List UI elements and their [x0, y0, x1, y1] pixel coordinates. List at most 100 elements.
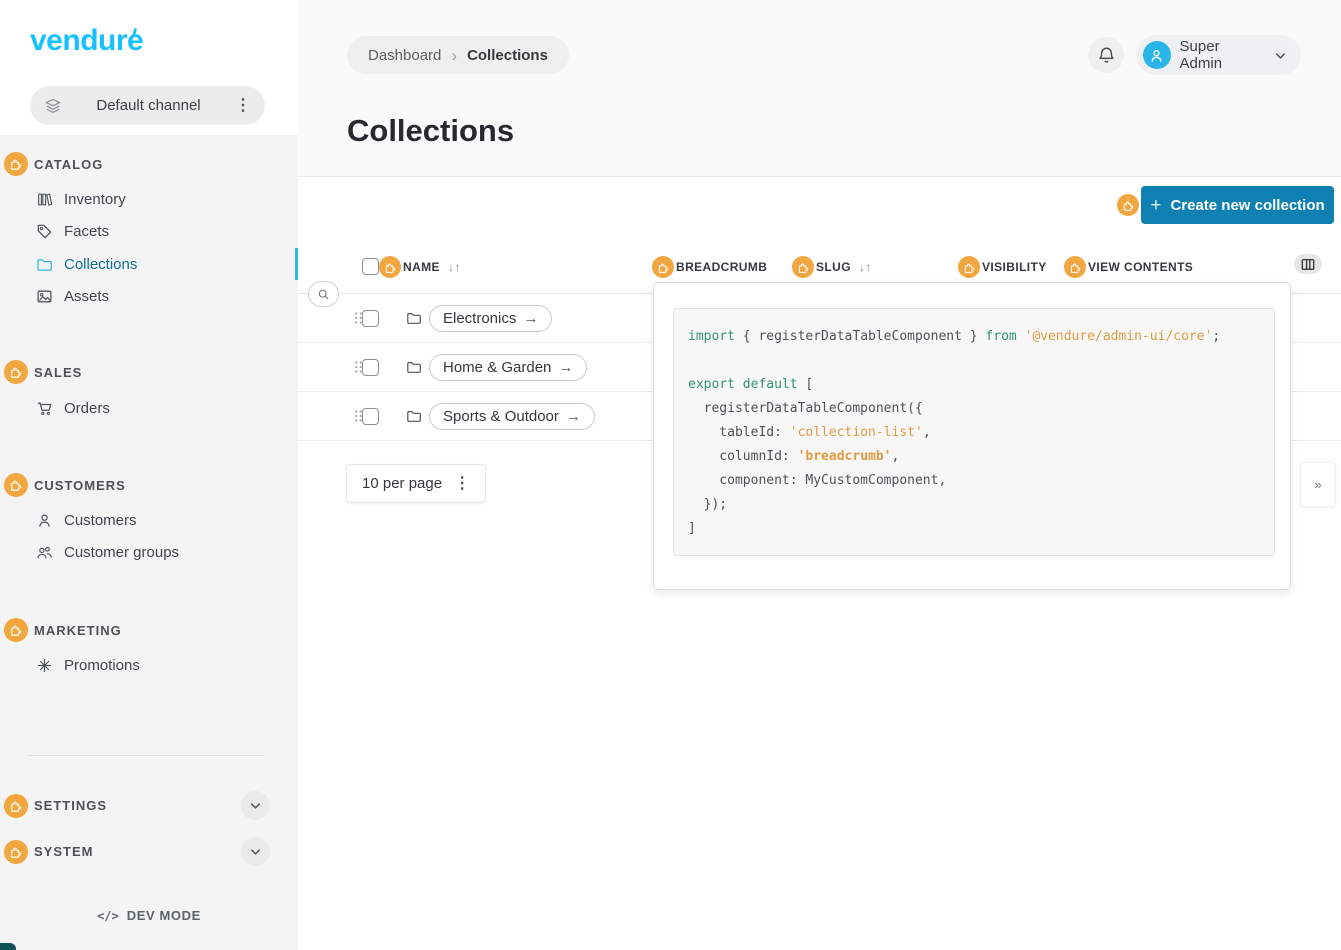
column-settings-button[interactable]	[1294, 254, 1322, 274]
section-settings: SETTINGS	[4, 791, 270, 820]
asterisk-icon	[36, 657, 53, 674]
user-icon	[36, 512, 53, 529]
sidebar-item-promotions[interactable]: Promotions	[0, 649, 298, 681]
sidebar-item-customer-groups[interactable]: Customer groups	[0, 536, 298, 568]
column-header-slug[interactable]: SLUG↓↑	[816, 252, 872, 282]
sidebar-item-facets[interactable]: Facets	[0, 215, 298, 247]
row-checkbox[interactable]	[362, 310, 379, 327]
sidebar-item-label: Facets	[64, 223, 109, 240]
collection-name-chip[interactable]: Electronics→	[429, 305, 552, 332]
bell-icon	[1097, 46, 1116, 65]
sidebar-item-label: Customers	[64, 512, 137, 529]
library-icon	[36, 191, 53, 208]
arrow-right-icon: →	[566, 408, 581, 425]
collection-name-chip[interactable]: Sports & Outdoor→	[429, 403, 595, 430]
user-name: Super Admin	[1180, 38, 1264, 72]
dev-mode-badge-visibility-column[interactable]	[958, 256, 980, 278]
sort-icon[interactable]: ↓↑	[448, 260, 461, 274]
collection-name-chip[interactable]: Home & Garden→	[429, 354, 587, 381]
corner-toast-fragment	[0, 943, 16, 950]
dev-mode-badge-settings[interactable]	[4, 794, 28, 818]
section-label: SALES	[34, 365, 82, 380]
dev-mode-badge-marketing[interactable]	[4, 618, 28, 642]
kebab-icon: ⋮	[454, 476, 470, 492]
sidebar-item-collections[interactable]: Collections	[0, 248, 298, 280]
row-checkbox[interactable]	[362, 359, 379, 376]
column-header-name[interactable]: NAME↓↑	[403, 252, 461, 282]
dev-mode-badge-name-column[interactable]	[379, 256, 401, 278]
vendure-admin-screen: vendure Default channel ⋮ CATALOG Invent…	[0, 0, 1341, 950]
expand-settings-button[interactable]	[241, 791, 270, 820]
sidebar-item-assets[interactable]: Assets	[0, 280, 298, 312]
sidebar-item-orders[interactable]: Orders	[0, 392, 298, 424]
sidebar-item-label: Promotions	[64, 657, 140, 674]
code-block: import { registerDataTableComponent } fr…	[673, 308, 1275, 556]
sidebar-item-label: Assets	[64, 288, 109, 305]
next-page-button[interactable]: »	[1300, 462, 1336, 507]
section-header-catalog: CATALOG	[4, 152, 103, 176]
expand-system-button[interactable]	[241, 837, 270, 866]
select-all-checkbox[interactable]	[362, 258, 379, 275]
dev-mode-badge-system[interactable]	[4, 840, 28, 864]
channel-selector[interactable]: Default channel ⋮	[30, 86, 265, 125]
code-icon: </>	[97, 909, 119, 923]
channel-label: Default channel	[62, 97, 235, 114]
avatar	[1143, 41, 1171, 69]
breadcrumb-separator-icon: ›	[451, 47, 457, 64]
channel-menu-icon[interactable]: ⋮	[235, 98, 251, 114]
sidebar-item-label: Collections	[64, 256, 137, 273]
sort-icon[interactable]: ↓↑	[859, 260, 872, 274]
column-header-visibility: VISIBILITY	[982, 252, 1047, 282]
sidebar-item-label: Inventory	[64, 191, 126, 208]
dev-mode-badge-breadcrumb-column[interactable]	[652, 256, 674, 278]
sidebar-divider	[28, 755, 265, 756]
breadcrumb-dashboard[interactable]: Dashboard	[368, 47, 441, 64]
sidebar-item-inventory[interactable]: Inventory	[0, 183, 298, 215]
cart-icon	[36, 400, 53, 417]
main-area: Dashboard › Collections Super Admin Coll…	[298, 0, 1341, 950]
arrow-right-icon: →	[523, 310, 538, 327]
folder-icon	[406, 359, 422, 380]
notifications-button[interactable]	[1088, 37, 1124, 73]
sidebar: vendure Default channel ⋮ CATALOG Invent…	[0, 0, 298, 950]
section-label: CUSTOMERS	[34, 478, 126, 493]
columns-icon	[1301, 258, 1315, 271]
section-system: SYSTEM	[4, 837, 270, 866]
section-label: CATALOG	[34, 157, 103, 172]
section-header-sales: SALES	[4, 360, 82, 384]
dev-mode-label: DEV MODE	[127, 908, 201, 923]
dev-mode-badge-sales[interactable]	[4, 360, 28, 384]
sidebar-item-label: Customer groups	[64, 544, 179, 561]
page-title: Collections	[347, 113, 514, 149]
breadcrumb-collections: Collections	[467, 47, 548, 64]
dev-mode-badge-create-button[interactable]	[1117, 194, 1139, 216]
section-label: MARKETING	[34, 623, 122, 638]
items-per-page-select[interactable]: 10 per page ⋮	[346, 464, 486, 503]
section-label: SYSTEM	[34, 844, 93, 859]
user-menu[interactable]: Super Admin	[1136, 35, 1301, 75]
top-header: Dashboard › Collections Super Admin Coll…	[298, 0, 1341, 177]
dev-mode-badge-view-contents-column[interactable]	[1064, 256, 1086, 278]
column-header-view-contents: VIEW CONTENTS	[1088, 252, 1193, 282]
section-label: SETTINGS	[34, 798, 107, 813]
table-header: NAME↓↑ BREADCRUMB SLUG↓↑ VISIBILITY VIEW…	[298, 252, 1341, 282]
arrow-right-icon: →	[558, 359, 573, 376]
chevron-down-icon	[1273, 48, 1288, 63]
folder-icon	[406, 408, 422, 429]
tag-icon	[36, 223, 53, 240]
layers-icon	[44, 97, 62, 115]
dev-mode-toggle[interactable]: </> DEV MODE	[0, 908, 298, 923]
section-header-customers: CUSTOMERS	[4, 473, 126, 497]
dev-mode-popover: import { registerDataTableComponent } fr…	[653, 282, 1291, 590]
dev-mode-badge-customers[interactable]	[4, 473, 28, 497]
column-header-breadcrumb: BREADCRUMB	[676, 252, 767, 282]
folder-icon	[406, 310, 422, 331]
vendure-logo[interactable]: vendure	[30, 24, 143, 58]
dev-mode-badge-catalog[interactable]	[4, 152, 28, 176]
dev-mode-badge-slug-column[interactable]	[792, 256, 814, 278]
sidebar-item-label: Orders	[64, 400, 110, 417]
create-new-collection-button[interactable]: + Create new collection	[1141, 186, 1334, 224]
row-checkbox[interactable]	[362, 408, 379, 425]
folder-icon	[36, 256, 53, 273]
sidebar-item-customers[interactable]: Customers	[0, 504, 298, 536]
